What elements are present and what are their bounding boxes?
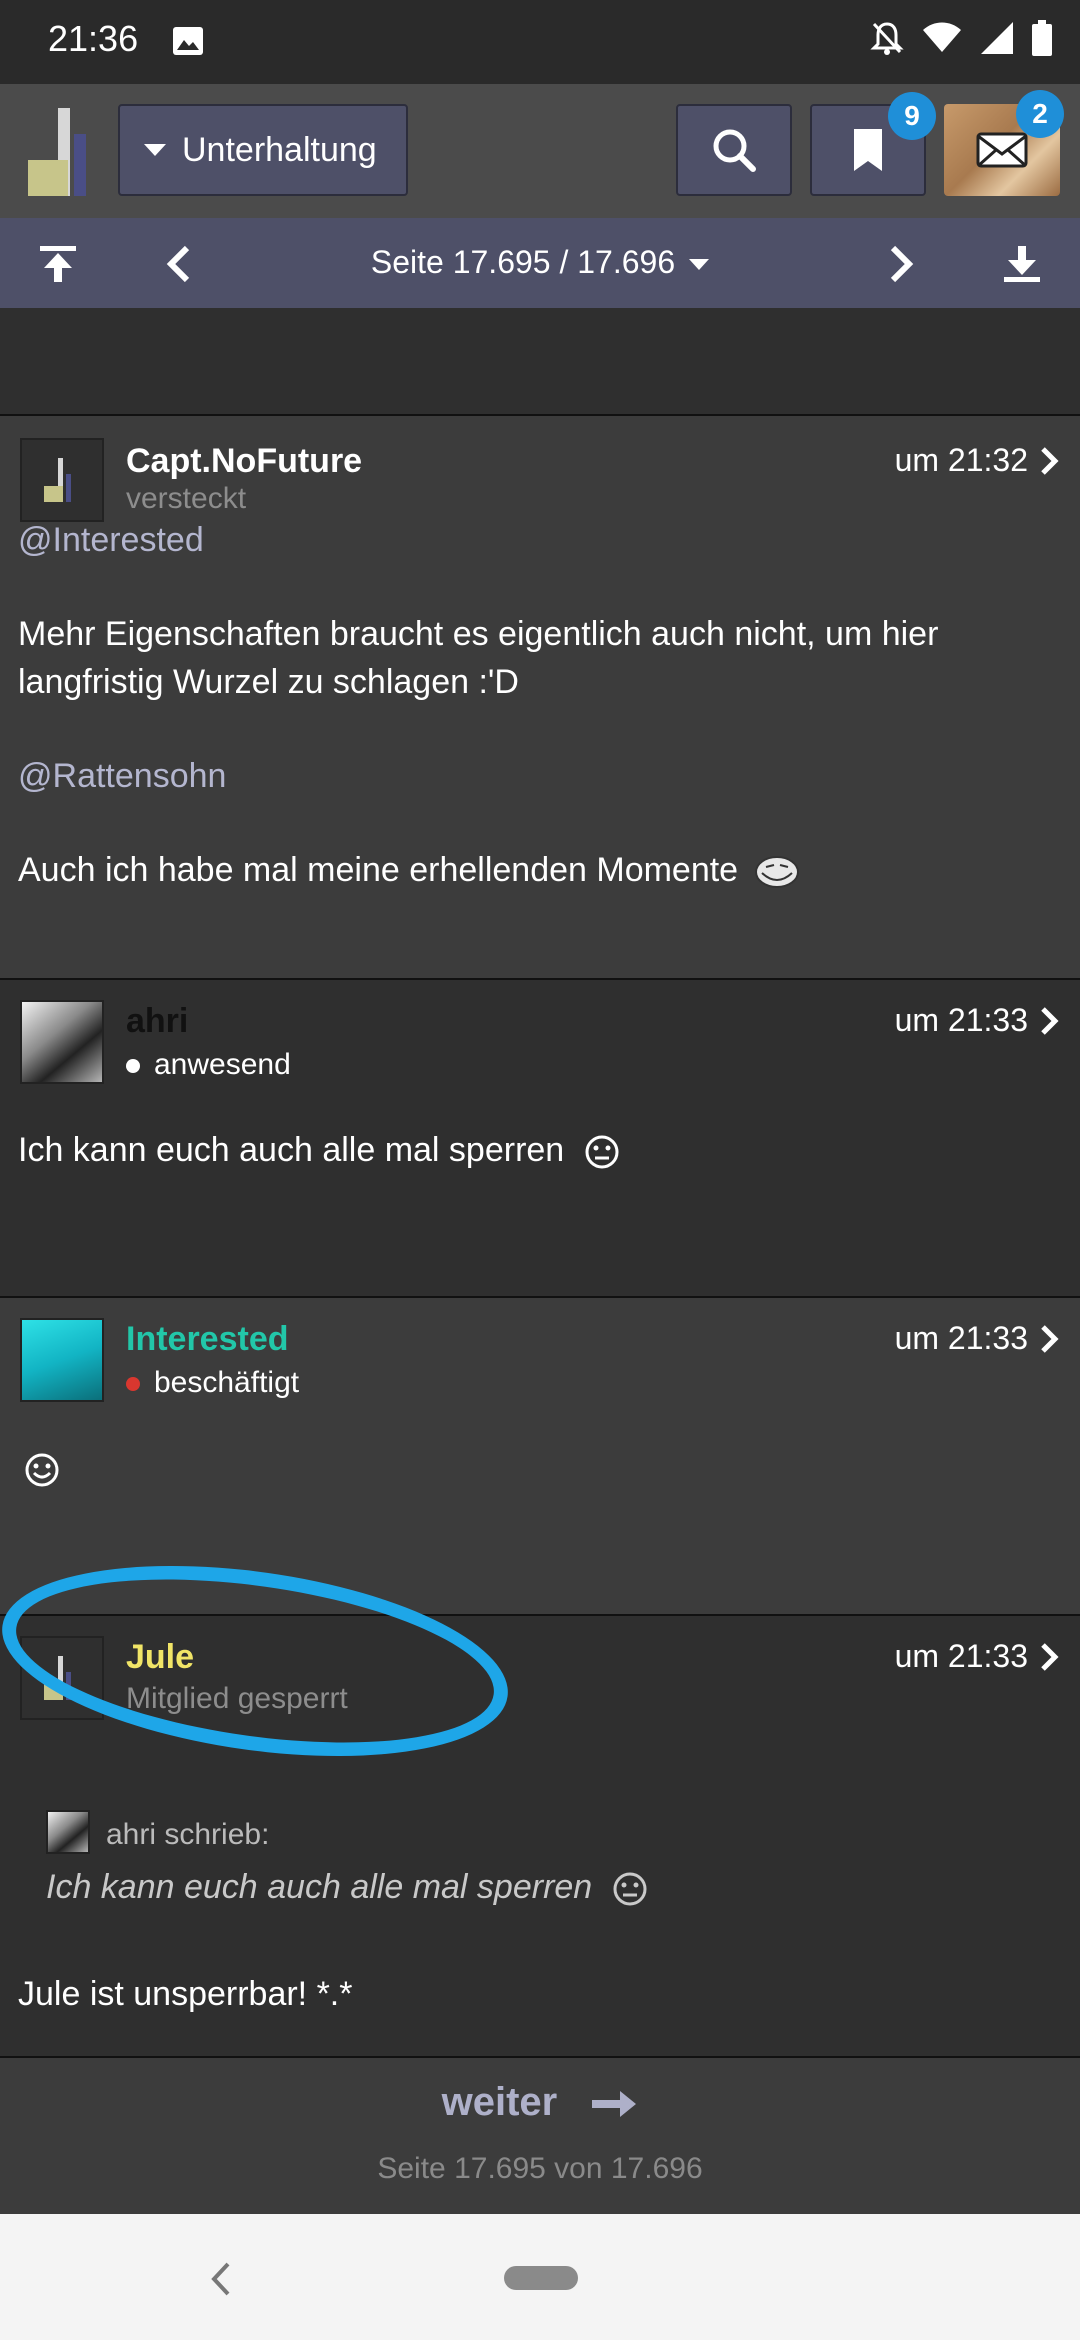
post-body xyxy=(18,1444,1026,1492)
post-time[interactable]: um 21:32 xyxy=(895,442,1028,479)
page-selector-label: Seite 17.695 / 17.696 xyxy=(370,244,676,280)
pagination-footer: weiter Seite 17.695 von 17.696 xyxy=(0,2056,1080,2214)
post-time[interactable]: um 21:33 xyxy=(895,1320,1028,1357)
bookmarks-button[interactable]: 9 xyxy=(810,92,936,196)
forum-category-label: Unterhaltung xyxy=(182,130,377,169)
mail-icon xyxy=(976,132,1028,168)
mention[interactable]: @Rattensohn xyxy=(18,752,1026,800)
online-status-dot xyxy=(126,1059,140,1074)
avatar[interactable] xyxy=(20,1318,104,1402)
troll-face-emoji-icon xyxy=(754,856,799,889)
post-text: Jule ist unsperrbar! *.* xyxy=(18,1975,353,2013)
chevron-right-icon[interactable] xyxy=(1038,446,1062,476)
post-author-status: anwesend xyxy=(126,1048,291,1082)
app-header: Unterhaltung 9 2 xyxy=(0,84,1080,218)
mention[interactable]: @Interested xyxy=(18,516,1026,564)
post-body: Ich kann euch auch alle mal sperren xyxy=(18,1126,1026,1174)
post-author[interactable]: Capt.NoFuture xyxy=(126,442,362,481)
chevron-right-icon[interactable] xyxy=(1038,1006,1062,1036)
signal-icon xyxy=(981,22,1013,54)
neutral-face-emoji-icon xyxy=(613,1872,647,1906)
post-author-status: versteckt xyxy=(126,482,247,515)
status-text: beschäftigt xyxy=(154,1366,300,1399)
post-body: @Interested Mehr Eigenschaften braucht e… xyxy=(18,516,1026,894)
dropdown-caret-icon xyxy=(689,259,710,271)
post-time[interactable]: um 21:33 xyxy=(895,1638,1028,1675)
quote-text: Ich kann euch auch alle mal sperren xyxy=(46,1868,593,1906)
status-time: 21:36 xyxy=(48,18,139,59)
avatar[interactable] xyxy=(20,1000,104,1084)
dropdown-caret-icon xyxy=(144,144,166,156)
post-author[interactable]: ahri xyxy=(126,1002,188,1041)
next-page-link[interactable]: weiter xyxy=(0,2080,1080,2125)
post-text-line: Auch ich habe mal meine erhellenden Mome… xyxy=(18,846,1026,894)
post-body: Jule ist unsperrbar! *.* xyxy=(18,1970,1026,2018)
avatar[interactable] xyxy=(20,438,104,522)
arrow-to-bottom-icon xyxy=(1004,246,1040,282)
status-text: anwesend xyxy=(154,1048,291,1081)
post-text: Auch ich habe mal meine erhellenden Mome… xyxy=(18,851,739,889)
bookmark-count-badge: 9 xyxy=(888,92,936,140)
chevron-right-icon xyxy=(890,245,914,283)
default-avatar-icon xyxy=(44,458,71,502)
mail-count-badge: 2 xyxy=(1016,90,1064,138)
page-info: Seite 17.695 von 17.696 xyxy=(377,2152,703,2185)
chevron-right-icon[interactable] xyxy=(1038,1642,1062,1672)
search-button[interactable] xyxy=(676,104,792,196)
last-page-button[interactable] xyxy=(998,240,1046,288)
post-author-status: beschäftigt xyxy=(126,1366,299,1400)
post-text: Mehr Eigenschaften braucht es eigentlich… xyxy=(18,615,939,701)
arrow-right-icon xyxy=(592,2091,637,2118)
neutral-face-emoji-icon xyxy=(585,1135,619,1169)
post-author[interactable]: Interested xyxy=(126,1320,289,1359)
next-label: weiter xyxy=(441,2080,558,2124)
forum-category-select[interactable]: Unterhaltung xyxy=(118,104,408,196)
quote-author[interactable]: ahri schrieb: xyxy=(106,1818,269,1852)
content-spacer xyxy=(0,308,1080,414)
system-navigation-bar xyxy=(0,2214,1080,2340)
next-page-button[interactable] xyxy=(878,240,926,288)
post-time[interactable]: um 21:33 xyxy=(895,1002,1028,1039)
chevron-right-icon[interactable] xyxy=(1038,1324,1062,1354)
search-icon xyxy=(713,129,756,172)
quote-body: Ich kann euch auch alle mal sperren xyxy=(46,1868,648,1907)
back-icon[interactable] xyxy=(208,2260,232,2298)
home-pill[interactable] xyxy=(504,2266,578,2290)
post-ahri: ahri anwesend um 21:33 Ich kann euch auc… xyxy=(0,978,1080,1296)
image-icon xyxy=(173,27,203,55)
smiley-face-emoji-icon xyxy=(25,1453,59,1487)
post-capt-nofuture: Capt.NoFuture versteckt um 21:32 @Intere… xyxy=(0,414,1080,978)
bookmark-icon xyxy=(854,129,882,171)
battery-icon xyxy=(1032,20,1052,56)
status-bar: 21:36 xyxy=(0,0,1080,84)
quote-avatar xyxy=(46,1810,90,1854)
notifications-off-icon xyxy=(870,22,904,55)
wifi-icon xyxy=(923,22,961,52)
busy-status-dot xyxy=(126,1377,140,1392)
post-text: Ich kann euch auch alle mal sperren xyxy=(18,1131,565,1169)
pagination-bar: Seite 17.695 / 17.696 xyxy=(0,218,1080,308)
forum-logo-icon[interactable] xyxy=(26,106,92,198)
